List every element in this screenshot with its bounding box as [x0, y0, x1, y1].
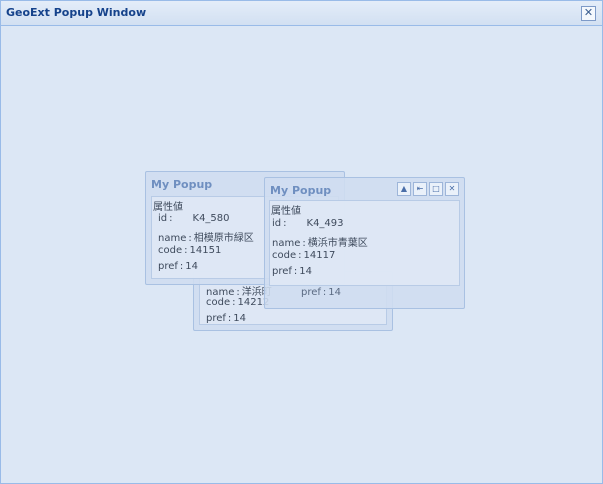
attr-key: pref	[301, 287, 321, 298]
attr-key: name	[158, 233, 187, 244]
attr-key: code	[272, 250, 297, 261]
attr-value: 14117	[303, 250, 336, 261]
attr-key: pref	[272, 266, 292, 277]
attr-key: id	[158, 213, 168, 224]
attr-row-id: id: K4_580	[158, 213, 230, 224]
popup-front-body: 属性値 id: K4_493 name: 横浜市青葉区 code:14117 pre…	[269, 200, 460, 286]
attr-row-pref: pref:14	[272, 266, 313, 277]
attr-key: code	[158, 245, 183, 256]
attr-row-name: name: 相模原市緑区	[158, 233, 254, 244]
attr-key: id	[272, 218, 282, 229]
attr-row-pref-below: pref:14	[301, 287, 342, 298]
close-icon[interactable]: ✕	[581, 6, 596, 21]
attr-value: 14	[299, 266, 313, 277]
attr-value: 14151	[189, 245, 222, 256]
attr-value: K4_493	[306, 218, 344, 229]
popup-tools: ▲ ⇤ □ ✕	[395, 182, 459, 196]
attr-value: 14	[328, 287, 342, 298]
attr-row-name: name: 洋浜町	[206, 287, 272, 298]
close-icon[interactable]: ✕	[445, 182, 459, 196]
attr-value: K4_580	[192, 213, 230, 224]
window-title: GeoExt Popup Window	[6, 6, 147, 19]
popup-heading: 属性値	[271, 206, 301, 217]
maximize-icon[interactable]: □	[429, 182, 443, 196]
popup-window: GeoExt Popup Window ✕ name: 洋浜町 code:1421…	[0, 0, 603, 484]
attr-row-id: id: K4_493	[272, 218, 344, 229]
unpin-icon[interactable]: ⇤	[413, 182, 427, 196]
attr-key: pref	[206, 313, 226, 324]
collapse-icon[interactable]: ▲	[397, 182, 411, 196]
attr-row-name: name: 横浜市青葉区	[272, 238, 368, 249]
attr-row-pref: pref:14	[158, 261, 199, 272]
attr-key: name	[272, 238, 301, 249]
attr-value: 14	[233, 313, 247, 324]
attr-row-code: code:14212	[206, 297, 270, 308]
popup-front[interactable]: My Popup ▲ ⇤ □ ✕ 属性値 id: K4_493 name: 横浜市青葉区 …	[264, 177, 465, 309]
attr-value: 横浜市青葉区	[307, 238, 368, 249]
window-header[interactable]: GeoExt Popup Window ✕	[1, 1, 602, 26]
popup-title: My Popup	[270, 184, 332, 197]
attr-value: 14	[185, 261, 199, 272]
attr-row-code: code:14117	[272, 250, 336, 261]
attr-row-code: code:14151	[158, 245, 222, 256]
map-area[interactable]: name: 洋浜町 code:14212 pref:14 My Popup 属性値…	[1, 26, 602, 483]
attr-key: code	[206, 297, 231, 308]
popup-heading: 属性値	[153, 202, 183, 213]
attr-key: pref	[158, 261, 178, 272]
attr-value: 相模原市緑区	[193, 233, 254, 244]
popup-title: My Popup	[151, 178, 213, 191]
attr-row-pref: pref:14	[206, 313, 247, 324]
